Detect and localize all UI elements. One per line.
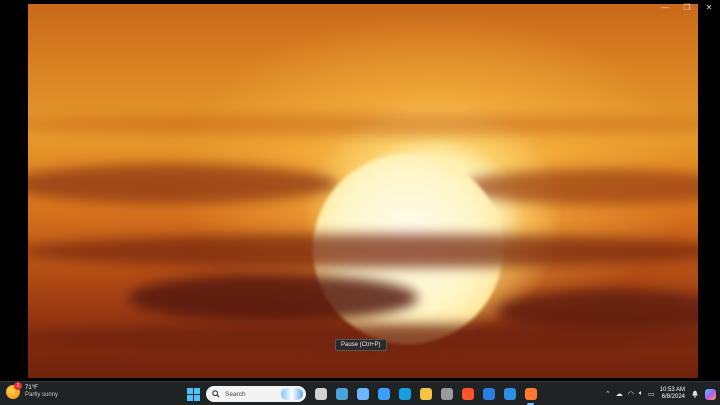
notepad-icon (356, 388, 369, 400)
search-placeholder: Search (225, 390, 246, 398)
mail-icon (482, 388, 495, 400)
minimize-button[interactable]: — (654, 0, 676, 14)
calendar-button[interactable] (501, 386, 518, 403)
edge-icon (398, 388, 411, 400)
cloud-band (28, 164, 338, 204)
copilot-icon[interactable] (705, 388, 716, 400)
widgets-button[interactable] (333, 386, 350, 403)
widgets-icon (335, 388, 348, 400)
task-view-icon (314, 388, 327, 400)
media-app-icon (440, 388, 453, 400)
close-button[interactable]: ✕ (698, 0, 720, 14)
chevron-up-icon[interactable]: ⌃ (605, 390, 611, 398)
mail-button[interactable] (480, 386, 497, 403)
pause-tooltip: Pause (Ctrl+P) (335, 339, 387, 351)
cloud-band (28, 234, 698, 268)
weather-temperature: 71°F (25, 385, 38, 391)
task-view-button[interactable] (312, 386, 329, 403)
volume-icon[interactable]: 🔈︎ (639, 390, 643, 398)
clock[interactable]: 10:53 AM 6/8/2024 (660, 387, 685, 401)
notification-bell-icon[interactable] (691, 390, 699, 398)
wifi-icon[interactable]: ◠ (628, 390, 634, 398)
onedrive-icon[interactable]: ☁ (616, 390, 623, 398)
file-explorer-button[interactable] (417, 386, 434, 403)
brave-icon (461, 388, 474, 400)
battery-icon[interactable]: ▭ (648, 390, 655, 398)
weather-description: Partly sunny (25, 392, 59, 398)
file-explorer-icon (419, 388, 432, 400)
notification-badge: 1 (14, 382, 22, 390)
photos-button[interactable] (375, 386, 392, 403)
video-frame[interactable] (28, 4, 698, 378)
clock-time: 10:53 AM (659, 387, 685, 393)
restore-icon: ❐ (683, 2, 691, 12)
title-bar: — ❐ ✕ (0, 0, 720, 14)
brave-button[interactable] (459, 386, 476, 403)
weather-widget[interactable]: 1 71°F Partly sunny (6, 382, 59, 399)
search-icon (212, 390, 220, 398)
edge-button[interactable] (396, 386, 413, 403)
photos-icon (377, 388, 390, 400)
calendar-icon (503, 388, 516, 400)
clock-date: 6/8/2024 (661, 394, 685, 400)
cloud-band (28, 114, 698, 136)
start-button[interactable] (185, 386, 202, 403)
taskbar: 1 71°F Partly sunny Search ⌃ ☁ ◠ 🔈︎ ▭ 10… (0, 381, 720, 405)
search-box[interactable]: Search (206, 386, 306, 402)
minimize-icon: — (661, 2, 669, 12)
media-player-icon (524, 388, 537, 400)
close-icon: ✕ (705, 2, 713, 12)
cloud-band (458, 169, 698, 205)
search-highlight-icon (281, 388, 303, 400)
windows-logo-icon (187, 387, 200, 401)
media-app-button[interactable] (438, 386, 455, 403)
notepad-button[interactable] (354, 386, 371, 403)
sun-icon: 1 (6, 382, 22, 399)
cloud-dark (128, 274, 418, 322)
system-tray: ⌃ ☁ ◠ 🔈︎ ▭ 10:53 AM 6/8/2024 (605, 385, 716, 403)
media-player-window: — ❐ ✕ Pause (Ctrl+P) (0, 0, 720, 381)
media-player-button[interactable] (522, 386, 539, 405)
restore-button[interactable]: ❐ (676, 0, 698, 14)
